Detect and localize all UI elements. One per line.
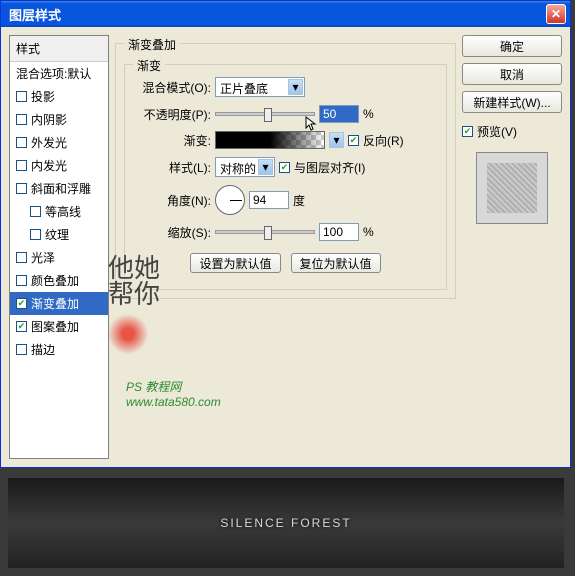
blend-mode-select[interactable]: 正片叠底 ▾ bbox=[215, 77, 305, 97]
close-icon: ✕ bbox=[551, 7, 561, 21]
checkbox[interactable] bbox=[16, 252, 27, 263]
style-item[interactable]: 描边 bbox=[10, 338, 108, 361]
checkbox[interactable] bbox=[16, 160, 27, 171]
style-item[interactable]: 斜面和浮雕 bbox=[10, 177, 108, 200]
style-item[interactable]: 投影 bbox=[10, 85, 108, 108]
scale-input[interactable] bbox=[319, 223, 359, 241]
reverse-checkbox[interactable]: ✔ bbox=[348, 135, 359, 146]
styles-header: 样式 bbox=[10, 36, 108, 62]
gradient-group-title: 渐变 bbox=[133, 57, 165, 74]
style-select[interactable]: 对称的 ▾ bbox=[215, 157, 275, 177]
gradient-label: 渐变: bbox=[133, 132, 211, 149]
reset-default-button[interactable]: 复位为默认值 bbox=[291, 253, 381, 273]
opacity-input[interactable] bbox=[319, 105, 359, 123]
style-item[interactable]: 光泽 bbox=[10, 246, 108, 269]
new-style-button[interactable]: 新建样式(W)... bbox=[462, 91, 562, 113]
styles-list: 样式 混合选项:默认 投影内阴影外发光内发光斜面和浮雕等高线纹理光泽颜色叠加✔渐… bbox=[9, 35, 109, 459]
panel-title: 渐变叠加 bbox=[124, 36, 180, 53]
align-checkbox[interactable]: ✔ bbox=[279, 162, 290, 173]
ok-button[interactable]: 确定 bbox=[462, 35, 562, 57]
settings-panel: 渐变叠加 渐变 混合模式(O): 正片叠底 ▾ 不透明度(P): bbox=[115, 35, 456, 459]
checkbox[interactable] bbox=[16, 91, 27, 102]
angle-dial[interactable] bbox=[215, 185, 245, 215]
blend-options-default[interactable]: 混合选项:默认 bbox=[10, 62, 108, 85]
checkbox[interactable]: ✔ bbox=[16, 298, 27, 309]
close-button[interactable]: ✕ bbox=[546, 4, 566, 24]
checkbox[interactable] bbox=[30, 229, 41, 240]
gradient-swatch[interactable] bbox=[215, 131, 325, 149]
style-item[interactable]: 内发光 bbox=[10, 154, 108, 177]
scale-label: 缩放(S): bbox=[133, 224, 211, 241]
align-label: 与图层对齐(I) bbox=[294, 159, 365, 176]
preview-thumbnail bbox=[476, 152, 548, 224]
style-item[interactable]: ✔渐变叠加 bbox=[10, 292, 108, 315]
preview-label: 预览(V) bbox=[477, 123, 517, 140]
style-item[interactable]: 颜色叠加 bbox=[10, 269, 108, 292]
checkbox[interactable]: ✔ bbox=[16, 321, 27, 332]
layer-style-dialog: 图层样式 ✕ 样式 混合选项:默认 投影内阴影外发光内发光斜面和浮雕等高线纹理光… bbox=[0, 0, 571, 468]
style-label: 样式(L): bbox=[133, 159, 211, 176]
cancel-button[interactable]: 取消 bbox=[462, 63, 562, 85]
window-title: 图层样式 bbox=[5, 5, 546, 24]
preview-checkbox[interactable]: ✔ bbox=[462, 126, 473, 137]
checkbox[interactable] bbox=[16, 114, 27, 125]
scale-slider[interactable] bbox=[215, 230, 315, 234]
checkbox[interactable] bbox=[16, 344, 27, 355]
chevron-down-icon: ▾ bbox=[258, 159, 273, 175]
opacity-label: 不透明度(P): bbox=[133, 106, 211, 123]
chevron-down-icon: ▾ bbox=[288, 79, 303, 95]
checkbox[interactable] bbox=[16, 275, 27, 286]
style-item[interactable]: ✔图案叠加 bbox=[10, 315, 108, 338]
blend-mode-label: 混合模式(O): bbox=[133, 79, 211, 96]
angle-input[interactable] bbox=[249, 191, 289, 209]
checkbox[interactable] bbox=[16, 183, 27, 194]
style-item[interactable]: 外发光 bbox=[10, 131, 108, 154]
titlebar[interactable]: 图层样式 ✕ bbox=[1, 1, 570, 27]
angle-label: 角度(N): bbox=[133, 192, 211, 209]
checkbox[interactable] bbox=[30, 206, 41, 217]
checkbox[interactable] bbox=[16, 137, 27, 148]
banner-image: SILENCE FOREST bbox=[8, 478, 564, 568]
set-default-button[interactable]: 设置为默认值 bbox=[190, 253, 280, 273]
reverse-label: 反向(R) bbox=[363, 132, 404, 149]
dialog-buttons: 确定 取消 新建样式(W)... ✔ 预览(V) bbox=[462, 35, 562, 459]
style-item[interactable]: 内阴影 bbox=[10, 108, 108, 131]
opacity-slider[interactable] bbox=[215, 112, 315, 116]
chevron-down-icon[interactable]: ▾ bbox=[329, 132, 344, 148]
style-item[interactable]: 等高线 bbox=[10, 200, 108, 223]
style-item[interactable]: 纹理 bbox=[10, 223, 108, 246]
